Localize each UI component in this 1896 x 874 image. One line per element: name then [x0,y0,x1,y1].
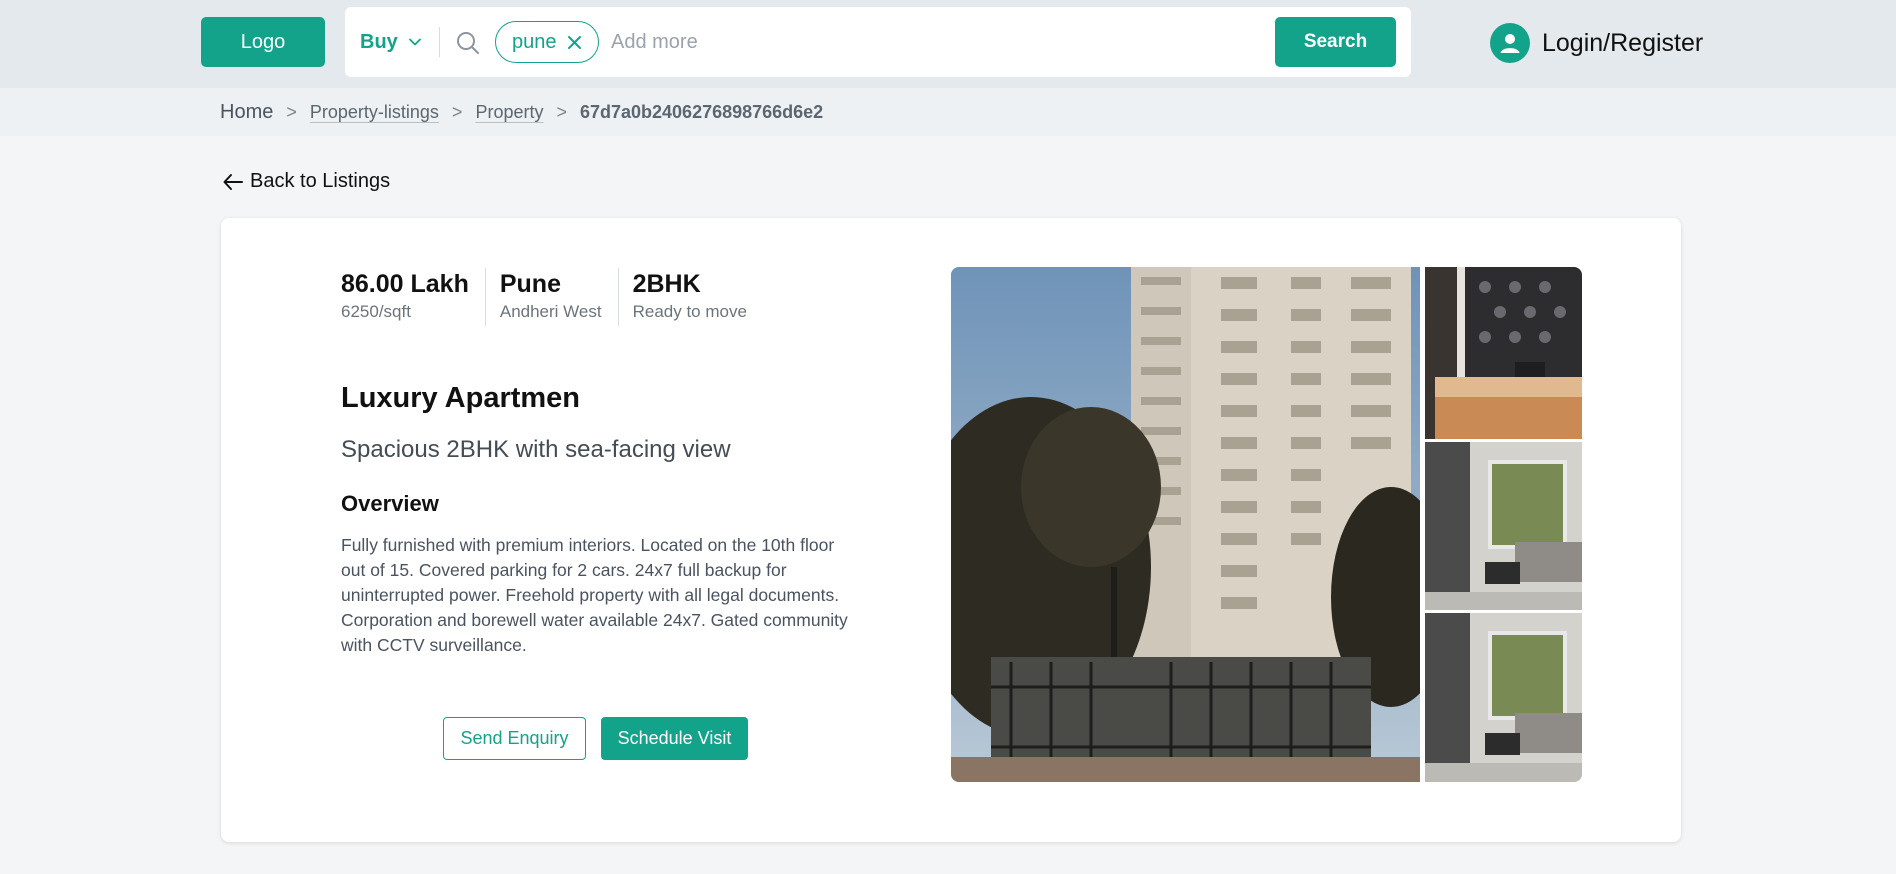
back-label: Back to Listings [250,170,391,192]
stat-price: 86.00 Lakh 6250/sqft [341,268,486,326]
search-divider [439,27,440,57]
user-avatar-icon [1490,23,1530,63]
breadcrumb-separator: > [286,101,297,122]
schedule-visit-button[interactable]: Schedule Visit [601,717,748,760]
search-bar: Buy pune Search [345,7,1411,77]
main-property-photo[interactable] [951,267,1420,782]
breadcrumb-bar: Home > Property-listings > Property > 67… [0,88,1896,136]
price-value: 86.00 Lakh [341,270,469,298]
stat-location: Pune Andheri West [500,268,619,326]
logo-button[interactable]: Logo [201,17,325,67]
locality-value: Andheri West [499,302,602,321]
property-card: 86.00 Lakh 6250/sqft Pune Andheri West 2… [221,218,1681,842]
send-enquiry-button[interactable]: Send Enquiry [443,717,586,760]
breadcrumb-separator: > [451,101,463,122]
buy-dropdown[interactable]: Buy [360,7,422,77]
property-title: Luxury Apartmen [341,382,581,414]
city-value: Pune [499,270,561,298]
search-icon [457,32,479,54]
overview-heading: Overview [341,491,439,516]
top-header: Logo Buy pune Search Login/Register [0,0,1896,88]
arrow-left-icon [223,173,243,190]
search-input[interactable] [611,21,1131,63]
price-per-sqft: 6250/sqft [341,302,411,321]
close-icon[interactable] [567,35,582,50]
possession-status: Ready to move [632,302,747,321]
login-register-link[interactable]: Login/Register [1490,22,1703,64]
breadcrumb-property[interactable]: Property [475,102,543,123]
thumbnail-living-room-photo-1[interactable] [1425,442,1582,610]
breadcrumb-home[interactable]: Home [220,101,273,124]
property-description: Fully furnished with premium interiors. … [341,535,848,655]
property-subtitle: Spacious 2BHK with sea-facing view [341,436,731,463]
property-stats: 86.00 Lakh 6250/sqft Pune Andheri West 2… [341,268,777,326]
breadcrumb-separator: > [556,101,567,122]
buy-label: Buy [360,30,398,53]
bhk-value: 2BHK [632,270,701,298]
breadcrumb: Home > Property-listings > Property > 67… [220,88,823,136]
location-chip[interactable]: pune [495,21,599,63]
login-label: Login/Register [1542,28,1704,57]
back-to-listings-link[interactable]: Back to Listings [222,170,390,193]
breadcrumb-current: 67d7a0b2406276898766d6e2 [579,101,824,122]
chip-label: pune [512,30,557,53]
chevron-down-icon [408,38,421,46]
search-button[interactable]: Search [1275,17,1396,67]
stat-config: 2BHK Ready to move [633,268,763,326]
thumbnail-bedroom-photo[interactable] [1425,267,1582,439]
breadcrumb-property-listings[interactable]: Property-listings [310,102,439,123]
thumbnail-living-room-photo-2[interactable] [1425,613,1582,782]
